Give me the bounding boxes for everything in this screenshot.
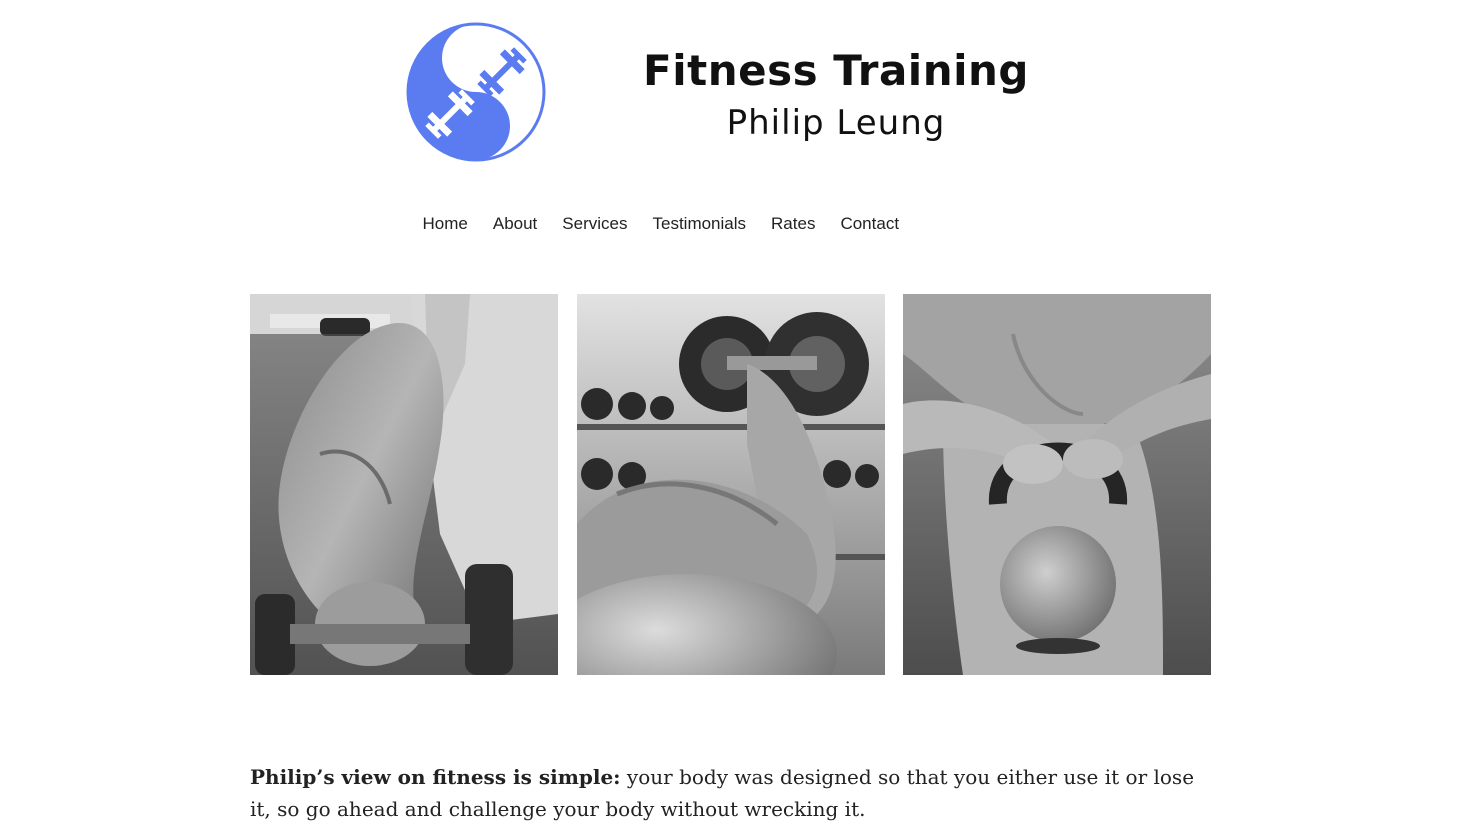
nav-item-contact[interactable]: Contact bbox=[828, 212, 912, 236]
intro-lead: Philip’s view on fitness is simple: bbox=[250, 765, 621, 789]
nav-item-rates[interactable]: Rates bbox=[759, 212, 828, 236]
yin-yang-dumbbell-icon bbox=[406, 22, 546, 162]
kettlebell-hold-photo bbox=[903, 294, 1211, 675]
dumbbell-curl-on-ball-photo bbox=[577, 294, 885, 675]
logo[interactable] bbox=[406, 22, 546, 162]
intro-paragraph: Philip’s view on fitness is simple: your… bbox=[250, 761, 1210, 825]
site-branding: Fitness Training Philip Leung bbox=[600, 44, 1072, 148]
nav-item-testimonials[interactable]: Testimonials bbox=[640, 212, 759, 236]
nav-item-services[interactable]: Services bbox=[550, 212, 640, 236]
site-title[interactable]: Fitness Training bbox=[600, 44, 1072, 98]
nav-item-about[interactable]: About bbox=[480, 212, 549, 236]
dumbbell-front-raise-photo bbox=[250, 294, 558, 675]
site-subtitle: Philip Leung bbox=[726, 103, 946, 143]
nav-item-home[interactable]: Home bbox=[410, 212, 480, 236]
main-nav: Home About Services Testimonials Rates C… bbox=[410, 212, 912, 236]
